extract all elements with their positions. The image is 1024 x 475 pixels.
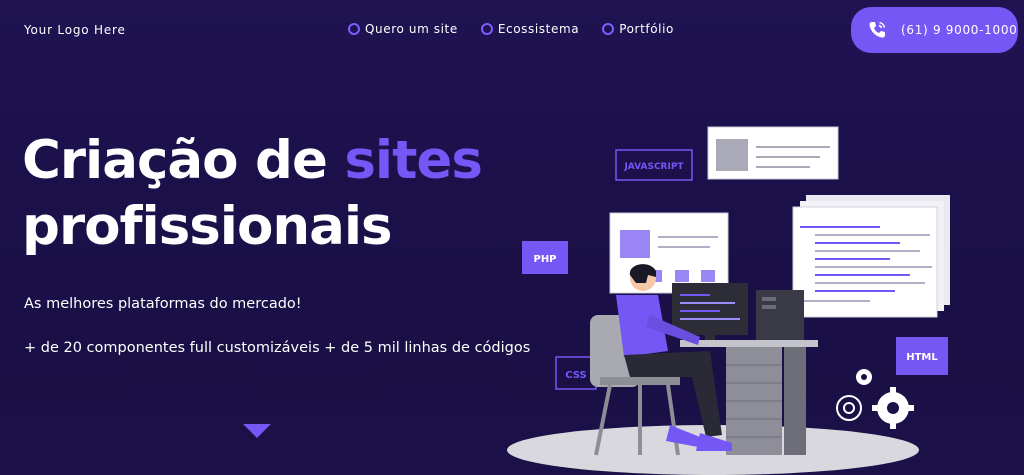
image-card xyxy=(707,126,839,180)
chevron-down-icon[interactable] xyxy=(243,424,271,438)
nav-link-ecossistema[interactable]: Ecossistema xyxy=(480,22,580,36)
hero-features: + de 20 componentes full customizáveis +… xyxy=(24,340,531,356)
svg-text:HTML: HTML xyxy=(906,352,938,363)
desk-leg xyxy=(784,347,806,455)
phone-number: (61) 9 9000-1000 xyxy=(901,23,1018,37)
nav-link-label: Portfólio xyxy=(619,22,674,36)
ring-icon xyxy=(480,23,493,35)
svg-text:PHP: PHP xyxy=(533,254,556,265)
desk-top xyxy=(680,340,818,347)
ring-icon xyxy=(602,23,615,35)
nav-link-label: Ecossistema xyxy=(497,22,580,36)
ring-icon xyxy=(348,23,360,35)
desk-drawers xyxy=(726,347,782,455)
svg-text:JAVASCRIPT: JAVASCRIPT xyxy=(623,162,684,172)
logo[interactable]: Your Logo Here xyxy=(24,23,126,37)
gear-icon xyxy=(856,369,872,385)
html-tag: HTML xyxy=(896,337,948,375)
javascript-tag: JAVASCRIPT xyxy=(615,149,693,181)
phone-button[interactable]: (61) 9 9000-1000 xyxy=(851,7,1018,53)
nav-link-quero-um-site[interactable]: Quero um site xyxy=(348,22,458,36)
phone-icon xyxy=(869,21,886,38)
hero-subtitle: As melhores plataformas do mercado! xyxy=(24,296,302,312)
computer-tower xyxy=(756,290,804,340)
gear-icon xyxy=(872,387,914,429)
nav-menu: Quero um site Ecossistema Portfólio xyxy=(348,22,674,36)
browser-card xyxy=(609,212,729,294)
svg-text:CSS: CSS xyxy=(565,370,586,381)
code-panel xyxy=(792,206,938,318)
hero-title: Criação de sites profissionais xyxy=(22,128,483,260)
hero-title-line2: profissionais xyxy=(22,196,393,257)
gear-icon xyxy=(836,395,862,421)
hero-title-accent: sites xyxy=(344,130,483,191)
php-tag: PHP xyxy=(522,241,568,274)
developer-illustration: JAVASCRIPT PHP CSS HTML xyxy=(507,126,950,475)
hero-title-part: Criação de xyxy=(22,130,345,191)
nav-link-label: Quero um site xyxy=(365,22,458,36)
nav-link-portfolio[interactable]: Portfólio xyxy=(602,22,674,36)
